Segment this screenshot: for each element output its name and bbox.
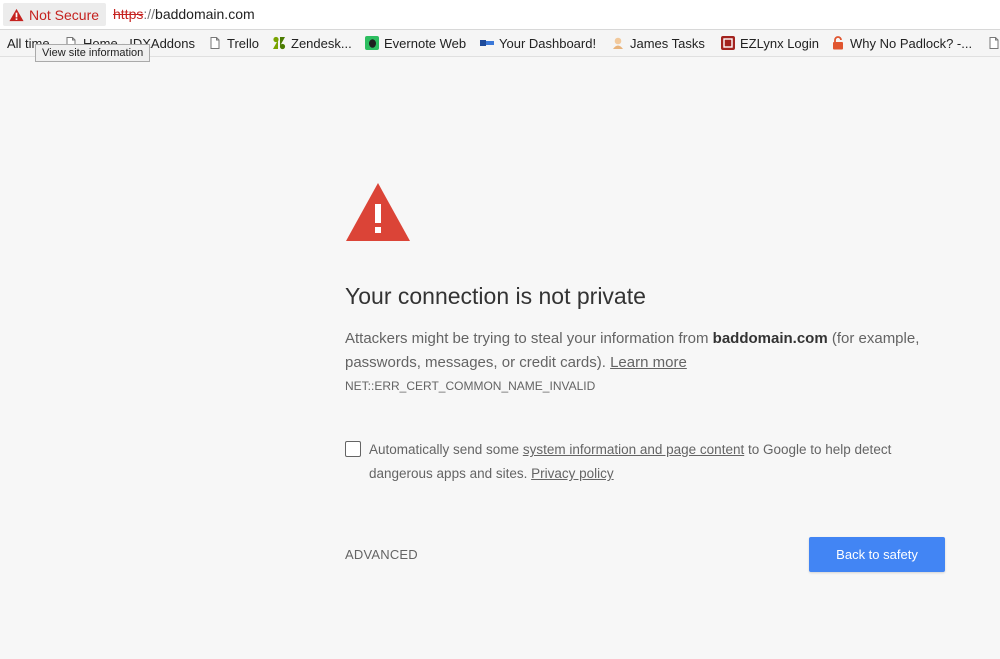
bookmark-label: Evernote Web (384, 35, 467, 51)
dashboard-icon (480, 40, 494, 46)
bookmark-label: Your Dashboard! (499, 35, 597, 51)
bookmark-zendesk[interactable]: Zendesk... (272, 35, 352, 51)
url-host: baddomain.com (155, 6, 255, 22)
learn-more-link[interactable]: Learn more (610, 354, 687, 371)
page-icon (989, 37, 999, 49)
security-indicator-button[interactable]: Not Secure (3, 3, 106, 26)
avatar-icon (613, 37, 623, 49)
reporting-checkbox[interactable] (345, 441, 361, 457)
bookmark-james-tasks[interactable]: James Tasks (611, 35, 705, 51)
bookmark-label: Zendesk... (291, 35, 352, 51)
warning-icon (9, 8, 24, 21)
bookmark-label: EZLynx Login (740, 35, 820, 51)
bookmark-label: James Tasks (630, 35, 705, 51)
bookmark-ezlynx-login[interactable]: EZLynx Login (721, 35, 819, 51)
extended-reporting-optin: Automatically send some system informati… (345, 438, 925, 486)
optin-text-prefix: Automatically send some (369, 442, 523, 457)
site-info-tooltip: View site information (35, 44, 151, 62)
bookmark-overflow[interactable] (987, 35, 1000, 51)
page-title: Your connection is not private (345, 283, 646, 309)
bookmark-evernote-web[interactable]: Evernote Web (365, 35, 466, 51)
privacy-policy-link[interactable]: Privacy policy (531, 466, 614, 481)
padlock-icon (833, 36, 843, 50)
bookmark-label: Why No Padlock? -... (850, 35, 973, 51)
bookmark-why-no-padlock[interactable]: Why No Padlock? -... (831, 35, 972, 51)
danger-triangle-icon (346, 183, 410, 241)
page-icon (210, 37, 220, 49)
bookmark-your-dashboard[interactable]: Your Dashboard! (480, 35, 596, 51)
error-code: NET::ERR_CERT_COMMON_NAME_INVALID (345, 379, 596, 393)
bookmark-trello[interactable]: Trello (208, 35, 259, 51)
ezlynx-icon (721, 36, 735, 50)
url-scheme: https (113, 6, 144, 22)
back-to-safety-button[interactable]: Back to safety (809, 537, 945, 572)
warning-text-prefix: Attackers might be trying to steal your … (345, 330, 713, 347)
security-label: Not Secure (29, 6, 100, 23)
address-bar: Not Secure https://baddomain.com (0, 0, 1000, 30)
advanced-button[interactable]: ADVANCED (345, 547, 418, 562)
zendesk-icon (273, 36, 286, 50)
url-separator: :// (143, 6, 156, 22)
url-field[interactable]: https://baddomain.com (113, 6, 255, 22)
warning-message: Attackers might be trying to steal your … (345, 327, 925, 375)
bookmark-label: Trello (227, 35, 260, 51)
system-information-link[interactable]: system information and page content (523, 442, 744, 457)
optin-message: Automatically send some system informati… (369, 438, 925, 486)
evernote-icon (365, 36, 379, 50)
warning-domain: baddomain.com (712, 330, 828, 347)
